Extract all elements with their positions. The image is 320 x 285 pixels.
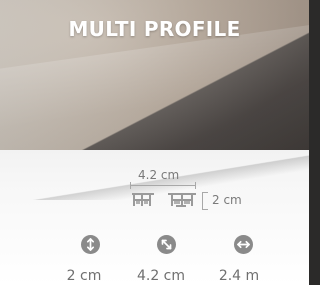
height-value: 2 cm <box>66 268 102 284</box>
spec-values-row: 2 cm 4.2 cm 2.4 m <box>0 268 309 285</box>
dimension-diagram: 4.2 cm 2 cm <box>130 168 280 218</box>
height-icon <box>81 235 100 254</box>
product-card: MULTI PROFILE 4.2 cm 2 cm 2 cm 4.2 cm 2.… <box>0 0 309 285</box>
height-dimension-label: 2 cm <box>212 193 242 207</box>
width-dimension-label: 4.2 cm <box>138 168 180 182</box>
length-icon <box>234 235 253 254</box>
height-bracket <box>202 192 208 210</box>
profile-cross-section-icon <box>132 193 196 207</box>
width-value: 4.2 cm <box>136 268 186 284</box>
product-title: MULTI PROFILE <box>68 17 241 41</box>
length-value: 2.4 m <box>218 268 260 284</box>
spec-icons-row <box>0 235 309 257</box>
width-dimension-line <box>130 182 196 189</box>
width-icon <box>157 235 176 254</box>
